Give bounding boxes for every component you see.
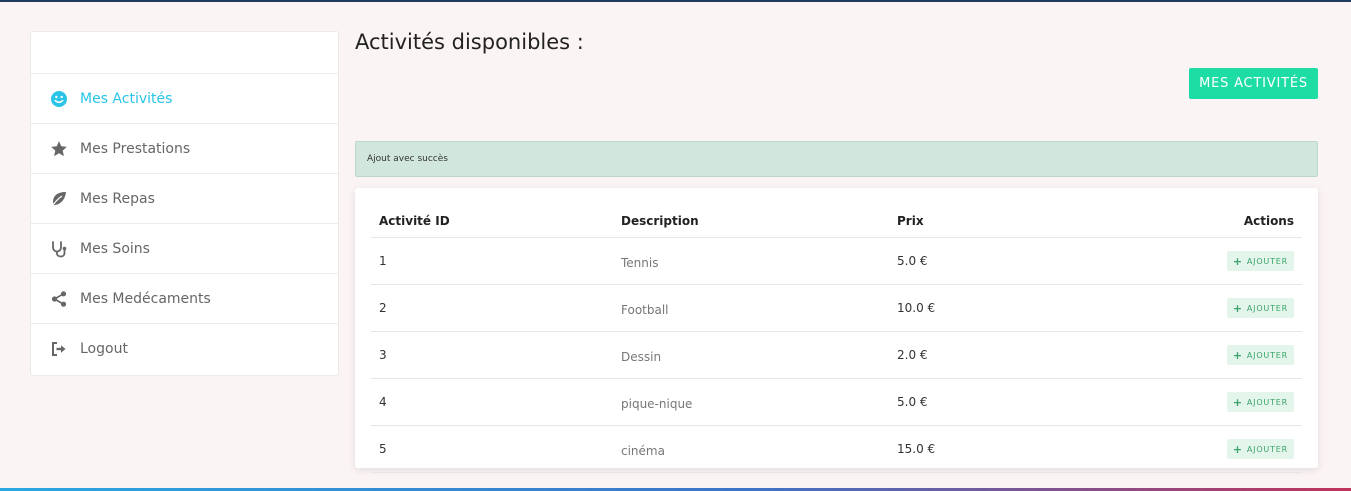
- sidebar-item-mes-medecaments[interactable]: Mes Medécaments: [31, 274, 338, 324]
- ajouter-label: AJOUTER: [1246, 350, 1288, 360]
- sidebar-item-logout[interactable]: Logout: [31, 324, 338, 374]
- cell-prix: 15.0 €: [889, 425, 1065, 473]
- ajouter-button[interactable]: + AJOUTER: [1226, 251, 1294, 271]
- sidebar-item-mes-repas[interactable]: Mes Repas: [31, 174, 338, 224]
- cell-id: 5: [371, 425, 613, 473]
- sidebar-item-mes-prestations[interactable]: Mes Prestations: [31, 124, 338, 174]
- ajouter-button[interactable]: + AJOUTER: [1226, 439, 1294, 459]
- stethoscope-icon: [50, 240, 68, 258]
- top-border: [0, 0, 1351, 2]
- leaf-icon: [50, 190, 68, 208]
- table-row: 5 cinéma 15.0 € + AJOUTER: [371, 425, 1302, 473]
- cell-description: cinéma: [613, 425, 889, 473]
- ajouter-label: AJOUTER: [1246, 256, 1288, 266]
- sidebar-item-label: Mes Repas: [80, 190, 155, 207]
- plus-icon: +: [1232, 254, 1243, 268]
- sidebar-item-mes-activites[interactable]: Mes Activités: [31, 74, 338, 124]
- cell-description: Football: [613, 284, 889, 332]
- table-row: 3 Dessin 2.0 € + AJOUTER: [371, 331, 1302, 379]
- cell-actions: + AJOUTER: [1065, 237, 1302, 285]
- alert-message: Ajout avec succès: [367, 154, 448, 164]
- ajouter-label: AJOUTER: [1246, 397, 1288, 407]
- cell-description: Tennis: [613, 237, 889, 285]
- star-icon: [50, 140, 68, 158]
- cell-description: pique-nique: [613, 378, 889, 426]
- table-row: 2 Football 10.0 € + AJOUTER: [371, 284, 1302, 332]
- table-row: 4 pique-nique 5.0 € + AJOUTER: [371, 378, 1302, 426]
- sidebar-header: [31, 32, 338, 74]
- cell-prix: 5.0 €: [889, 378, 1065, 426]
- activities-table: Activité ID Description Prix Actions 1 T…: [371, 204, 1302, 473]
- ajouter-label: AJOUTER: [1246, 303, 1288, 313]
- sidebar: Mes Activités Mes Prestations Mes Repas …: [30, 31, 339, 376]
- cell-id: 2: [371, 284, 613, 332]
- success-alert: Ajout avec succès: [355, 141, 1318, 177]
- cell-prix: 10.0 €: [889, 284, 1065, 332]
- activities-card: Activité ID Description Prix Actions 1 T…: [355, 188, 1318, 473]
- table-row: 1 Tennis 5.0 € + AJOUTER: [371, 237, 1302, 285]
- header-actions: Actions: [1065, 204, 1302, 238]
- page-title: Activités disponibles :: [355, 30, 584, 54]
- cell-description: Dessin: [613, 331, 889, 379]
- header-activite-id: Activité ID: [371, 204, 613, 238]
- ajouter-button[interactable]: + AJOUTER: [1226, 392, 1294, 412]
- cell-actions: + AJOUTER: [1065, 284, 1302, 332]
- cell-prix: 5.0 €: [889, 237, 1065, 285]
- ajouter-button[interactable]: + AJOUTER: [1226, 298, 1294, 318]
- cell-id: 3: [371, 331, 613, 379]
- sidebar-item-label: Mes Medécaments: [80, 290, 211, 307]
- sidebar-item-mes-soins[interactable]: Mes Soins: [31, 224, 338, 274]
- header-prix: Prix: [889, 204, 1065, 238]
- cell-actions: + AJOUTER: [1065, 425, 1302, 473]
- plus-icon: +: [1232, 395, 1243, 409]
- cell-actions: + AJOUTER: [1065, 331, 1302, 379]
- ajouter-button[interactable]: + AJOUTER: [1226, 345, 1294, 365]
- logout-icon: [50, 340, 68, 358]
- sidebar-item-label: Logout: [80, 341, 128, 357]
- plus-icon: +: [1232, 442, 1243, 456]
- cell-actions: + AJOUTER: [1065, 378, 1302, 426]
- cell-id: 4: [371, 378, 613, 426]
- mes-activites-button[interactable]: MES ACTIVITÉS: [1189, 68, 1318, 99]
- smiley-icon: [50, 90, 68, 108]
- share-icon: [50, 290, 68, 308]
- sidebar-item-label: Mes Activités: [80, 90, 173, 107]
- sidebar-item-label: Mes Soins: [80, 240, 150, 257]
- ajouter-label: AJOUTER: [1246, 444, 1288, 454]
- plus-icon: +: [1232, 301, 1243, 315]
- header-description: Description: [613, 204, 889, 238]
- sidebar-item-label: Mes Prestations: [80, 140, 191, 157]
- cell-id: 1: [371, 237, 613, 285]
- table-header-row: Activité ID Description Prix Actions: [371, 204, 1302, 238]
- plus-icon: +: [1232, 348, 1243, 362]
- cell-prix: 2.0 €: [889, 331, 1065, 379]
